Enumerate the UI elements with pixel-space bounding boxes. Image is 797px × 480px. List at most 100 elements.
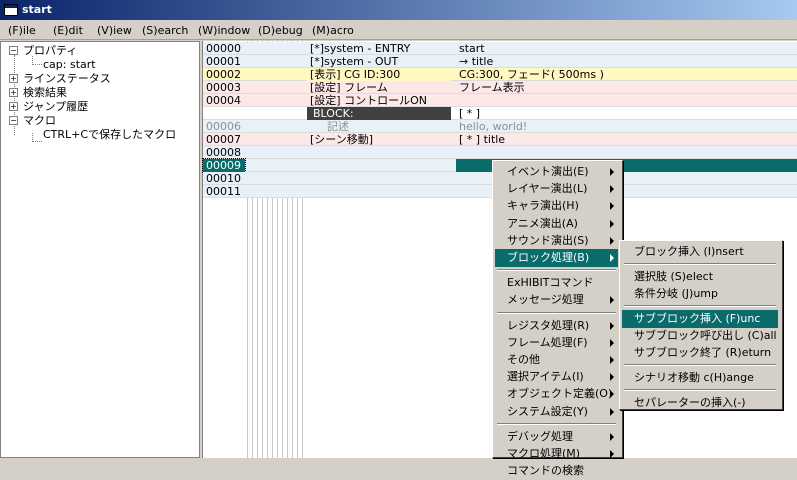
context-menu-item[interactable]: コマンドの検索 bbox=[495, 462, 618, 480]
menu-edit[interactable]: (E)dit bbox=[53, 23, 83, 38]
menu-debug[interactable]: (D)ebug bbox=[258, 23, 303, 38]
submenu-item[interactable]: サブブロック呼び出し (C)all bbox=[622, 327, 778, 345]
argument-cell: start bbox=[459, 42, 485, 55]
menu-macro[interactable]: (M)acro bbox=[312, 23, 354, 38]
context-menu-item[interactable]: メッセージ処理 bbox=[495, 291, 618, 309]
context-menu-item[interactable]: マクロ処理(M) bbox=[495, 445, 618, 463]
table-row[interactable]: 00007 [シーン移動] [ * ] title bbox=[203, 133, 797, 146]
submenu-item[interactable]: シナリオ移動 c(H)ange bbox=[622, 369, 778, 387]
tree-item-macro[interactable]: マクロ bbox=[23, 114, 56, 128]
table-row[interactable]: 00003 [設定] フレーム フレーム表示 bbox=[203, 81, 797, 94]
context-menu-item-label: デバッグ処理 bbox=[507, 429, 573, 443]
menu-search[interactable]: (S)earch bbox=[142, 23, 188, 38]
line-number: 00003 bbox=[206, 81, 241, 94]
tree-expander-macro[interactable]: − bbox=[9, 116, 18, 125]
tree-expander-line-status[interactable]: + bbox=[9, 74, 18, 83]
command-cell: [設定] コントロールON bbox=[310, 94, 427, 107]
menu-file[interactable]: (F)ile bbox=[8, 23, 36, 38]
tree-item-jump-history[interactable]: ジャンプ履歴 bbox=[23, 100, 88, 114]
context-menu-item[interactable]: ExHIBITコマンド bbox=[495, 274, 618, 292]
tree-item-cap[interactable]: cap: start bbox=[43, 58, 96, 72]
table-row[interactable]: 00004 [設定] コントロールON bbox=[203, 94, 797, 107]
submenu-item-label: セパレーターの挿入(-) bbox=[634, 396, 746, 409]
context-menu-item-label: キャラ演出(H) bbox=[507, 199, 579, 213]
menu-separator bbox=[624, 389, 776, 391]
context-menu-item[interactable]: デバッグ処理 bbox=[495, 428, 618, 446]
command-cell bbox=[307, 159, 451, 172]
context-menu-item-label: レイヤー演出(L) bbox=[507, 182, 588, 196]
submenu-arrow-icon bbox=[610, 373, 614, 382]
submenu-item[interactable]: セパレーターの挿入(-) bbox=[622, 394, 778, 412]
table-row[interactable]: 00001 [*]system - OUT → title bbox=[203, 55, 797, 68]
argument-cell bbox=[456, 94, 797, 107]
context-menu-item-label: システム設定(Y) bbox=[507, 404, 588, 418]
context-menu-item-label: ExHIBITコマンド bbox=[507, 276, 594, 290]
context-menu-item[interactable]: レジスタ処理(R) bbox=[495, 317, 618, 335]
table-row[interactable]: BLOCK: [ * ] bbox=[203, 107, 797, 120]
tree-expander-properties[interactable]: − bbox=[9, 46, 18, 55]
window-icon[interactable] bbox=[4, 4, 18, 16]
table-row[interactable]: 00006 記述 hello, world! bbox=[203, 120, 797, 133]
submenu-item[interactable]: ブロック挿入 (I)nsert bbox=[622, 243, 778, 261]
context-menu-item[interactable]: ブロック処理(B) bbox=[495, 249, 618, 267]
command-cell: BLOCK: bbox=[307, 107, 451, 120]
menu-separator bbox=[497, 269, 616, 272]
tree-expander-jump-history[interactable]: + bbox=[9, 102, 18, 111]
submenu-arrow-icon bbox=[610, 236, 614, 245]
command-cell: [表示] CG ID:300 bbox=[307, 68, 451, 81]
menu-view[interactable]: (V)iew bbox=[97, 23, 132, 38]
command-cell bbox=[307, 146, 451, 159]
command-cell bbox=[307, 185, 451, 198]
table-row[interactable]: 00008 bbox=[203, 146, 797, 159]
context-menu-item[interactable]: オブジェクト定義(O) bbox=[495, 385, 618, 403]
submenu-item-label: 選択肢 (S)elect bbox=[634, 270, 714, 283]
context-menu-item[interactable]: レイヤー演出(L) bbox=[495, 180, 618, 198]
argument-cell: [ * ] bbox=[459, 107, 481, 120]
tree-item-search-results[interactable]: 検索結果 bbox=[23, 86, 67, 100]
window-title: start bbox=[22, 3, 52, 16]
command-cell: [*]system - OUT bbox=[310, 55, 399, 68]
context-menu-item-label: メッセージ処理 bbox=[507, 293, 584, 307]
context-menu-item[interactable]: キャラ演出(H) bbox=[495, 197, 618, 215]
context-menu-item[interactable]: 選択アイテム(I) bbox=[495, 368, 618, 386]
submenu-item[interactable]: 選択肢 (S)elect bbox=[622, 268, 778, 286]
context-menu-item[interactable]: システム設定(Y) bbox=[495, 403, 618, 421]
submenu-item-label: サブブロック呼び出し (C)all bbox=[634, 329, 777, 342]
line-number: 00002 bbox=[206, 68, 241, 81]
submenu-item-label: 条件分岐 (J)ump bbox=[634, 287, 718, 300]
tree-item-properties[interactable]: プロパティ bbox=[23, 44, 77, 58]
line-number: 00009 bbox=[202, 158, 246, 173]
context-menu-item[interactable]: フレーム処理(F) bbox=[495, 334, 618, 352]
submenu-item[interactable]: サブブロック挿入 (F)unc bbox=[622, 310, 778, 328]
table-row[interactable]: 00000 [*]system - ENTRY start bbox=[203, 42, 797, 55]
tree-expander-search-results[interactable]: + bbox=[9, 88, 18, 97]
submenu-item-label: ブロック挿入 (I)nsert bbox=[634, 245, 744, 258]
table-row[interactable]: 00002 [表示] CG ID:300 CG:300, フェード( 500ms ) bbox=[203, 68, 797, 81]
tree-item-line-status[interactable]: ラインステータス bbox=[23, 72, 111, 86]
line-number: 00000 bbox=[206, 42, 241, 55]
context-menu-item-label: コマンドの検索 bbox=[507, 464, 584, 478]
context-menu-item[interactable]: イベント演出(E) bbox=[495, 163, 618, 181]
context-menu-item[interactable]: アニメ演出(A) bbox=[495, 215, 618, 233]
context-menu-item[interactable]: その他 bbox=[495, 351, 618, 369]
submenu-item[interactable]: サブブロック終了 (R)eturn bbox=[622, 344, 778, 362]
argument-cell: フレーム表示 bbox=[459, 81, 525, 94]
submenu-arrow-icon bbox=[610, 407, 614, 416]
context-menu-item[interactable]: サウンド演出(S) bbox=[495, 232, 618, 250]
context-menu-item-label: ブロック処理(B) bbox=[507, 251, 590, 264]
tree-item-saved-macro[interactable]: CTRL+Cで保存したマクロ bbox=[43, 128, 176, 142]
submenu-item[interactable]: 条件分岐 (J)ump bbox=[622, 285, 778, 303]
submenu-item-label: サブブロック終了 (R)eturn bbox=[634, 346, 772, 359]
argument-cell bbox=[456, 146, 797, 159]
tree-view: − プロパティ cap: start + ラインステータス + 検索結果 + ジ… bbox=[0, 41, 200, 458]
command-cell: [シーン移動] bbox=[310, 133, 374, 146]
line-number: 00010 bbox=[206, 172, 241, 185]
line-number: 00006 bbox=[206, 120, 241, 133]
argument-cell: hello, world! bbox=[459, 120, 528, 133]
submenu-arrow-icon bbox=[610, 185, 614, 194]
menu-bar: (F)ile (E)dit (V)iew (S)earch (W)indow (… bbox=[0, 20, 797, 40]
menu-window[interactable]: (W)indow bbox=[198, 23, 250, 38]
argument-cell: CG:300, フェード( 500ms ) bbox=[459, 68, 604, 81]
line-number: 00007 bbox=[206, 133, 241, 146]
argument-cell: [ * ] title bbox=[459, 133, 506, 146]
